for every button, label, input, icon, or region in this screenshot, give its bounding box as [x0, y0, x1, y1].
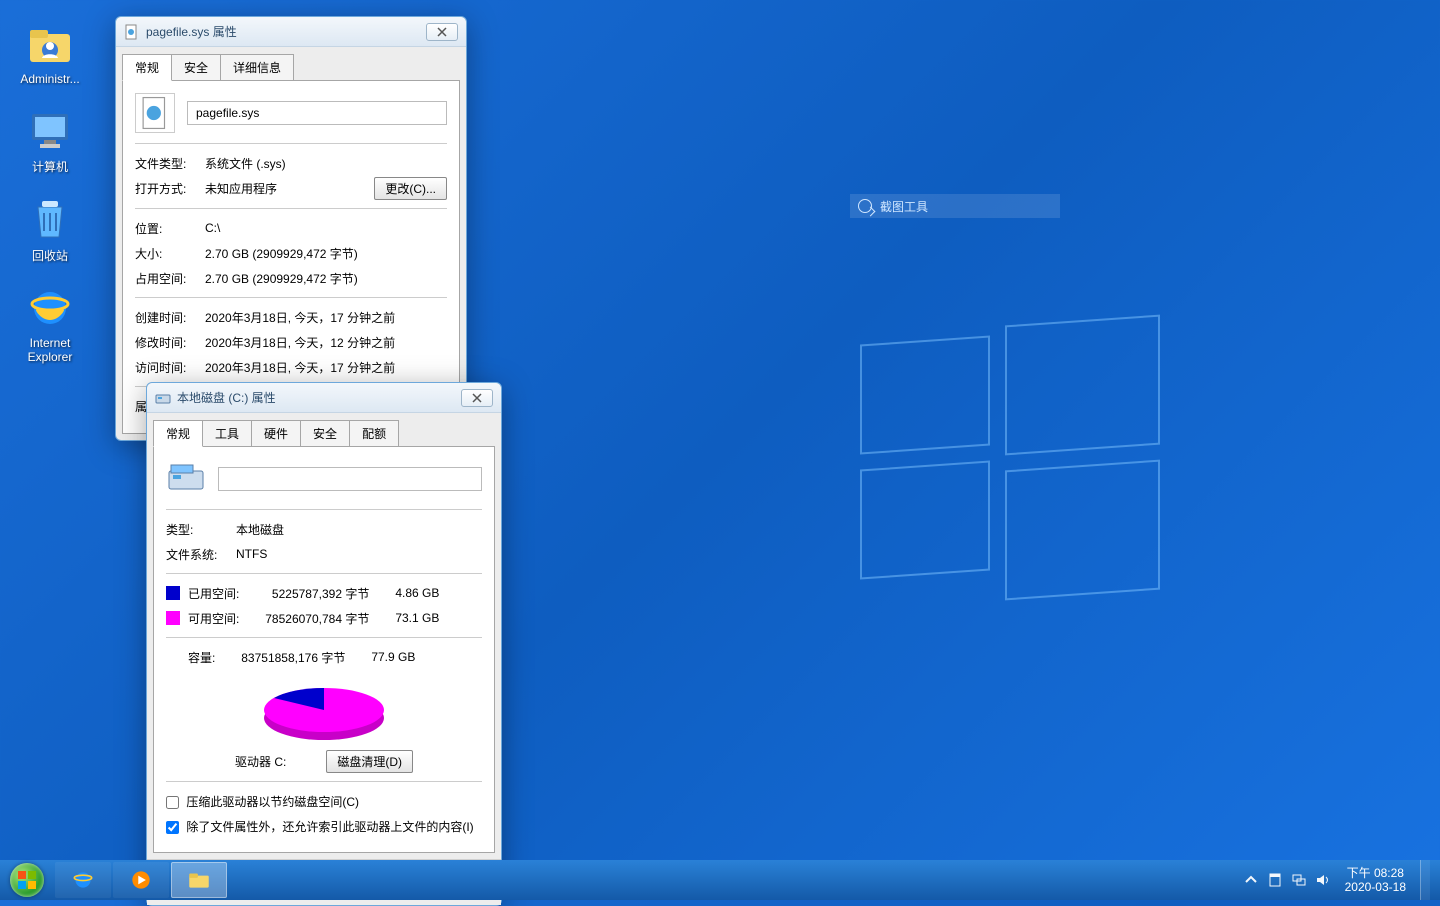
tab-security[interactable]: 安全 [171, 54, 221, 81]
value-location: C:\ [205, 221, 447, 235]
titlebar[interactable]: 本地磁盘 (C:) 属性 [147, 383, 501, 413]
compress-checkbox[interactable]: 压缩此驱动器以节约磁盘空间(C) [166, 793, 359, 810]
user-folder-icon [26, 20, 74, 68]
ie-icon [26, 284, 74, 332]
ie-icon [70, 867, 96, 893]
start-orb-icon [10, 863, 44, 897]
desktop-icons: Administr... 计算机 回收站 Internet Explorer [10, 20, 90, 384]
tab-details[interactable]: 详细信息 [220, 54, 294, 81]
tab-security[interactable]: 安全 [300, 420, 350, 447]
label-free: 可用空间: [188, 610, 239, 627]
label-location: 位置: [135, 220, 205, 237]
filename-input[interactable] [187, 101, 447, 125]
value-capacity-h: 77.9 GB [345, 650, 415, 664]
tab-general[interactable]: 常规 [153, 420, 203, 447]
network-icon[interactable] [1291, 872, 1307, 888]
drive-caption: 驱动器 C: [235, 753, 286, 770]
taskbar-media-player[interactable] [113, 862, 169, 898]
close-button[interactable] [426, 23, 458, 41]
drive-properties-window[interactable]: 本地磁盘 (C:) 属性 常规 工具 硬件 安全 配额 类型:本地磁盘 文件系统… [146, 382, 502, 906]
drive-icon [155, 390, 171, 406]
properties-body: 文件类型:系统文件 (.sys) 打开方式:未知应用程序更改(C)... 位置:… [122, 80, 460, 434]
label-filetype: 文件类型: [135, 155, 205, 172]
file-icon [124, 24, 140, 40]
action-center-icon[interactable] [1267, 872, 1283, 888]
label-created: 创建时间: [135, 309, 205, 326]
taskbar[interactable]: 下午 08:28 2020-03-18 [0, 860, 1440, 900]
taskbar-explorer[interactable] [171, 862, 227, 898]
value-free-h: 73.1 GB [369, 611, 439, 625]
label-sizeondisk: 占用空间: [135, 270, 205, 287]
folder-icon [186, 867, 212, 893]
label-capacity: 容量: [188, 649, 215, 666]
properties-body: 类型:本地磁盘 文件系统:NTFS 已用空间:5225787,392 字节4.8… [153, 446, 495, 853]
desktop-icon-ie[interactable]: Internet Explorer [10, 284, 90, 364]
value-filesystem: NTFS [236, 547, 482, 561]
computer-icon [26, 106, 74, 154]
window-title: pagefile.sys 属性 [146, 23, 426, 40]
value-used-bytes: 5225787,392 字节 [239, 585, 369, 602]
close-button[interactable] [461, 389, 493, 407]
volume-icon[interactable] [1315, 872, 1331, 888]
taskbar-ie[interactable] [55, 862, 111, 898]
file-properties-window[interactable]: pagefile.sys 属性 常规 安全 详细信息 文件类型:系统文件 (.s… [115, 16, 467, 441]
desktop[interactable]: Administr... 计算机 回收站 Internet Explorer 截… [0, 0, 1440, 860]
file-type-icon [135, 93, 175, 133]
recycle-bin-icon [26, 195, 74, 243]
value-sizeondisk: 2.70 GB (2909929,472 字节) [205, 270, 447, 287]
snipping-tool-bar[interactable]: 截图工具 [850, 194, 1060, 218]
clock-time: 下午 08:28 [1345, 866, 1406, 880]
desktop-icon-label: 计算机 [10, 158, 90, 175]
value-created: 2020年3月18日, 今天，17 分钟之前 [205, 309, 447, 326]
value-capacity-bytes: 83751858,176 字节 [215, 649, 345, 666]
start-button[interactable] [0, 860, 54, 900]
value-size: 2.70 GB (2909929,472 字节) [205, 245, 447, 262]
taskbar-clock[interactable]: 下午 08:28 2020-03-18 [1339, 866, 1412, 895]
disk-cleanup-button[interactable]: 磁盘清理(D) [326, 750, 413, 773]
value-openwith: 未知应用程序 [205, 180, 374, 197]
tab-tools[interactable]: 工具 [202, 420, 252, 447]
value-modified: 2020年3月18日, 今天，12 分钟之前 [205, 334, 447, 351]
snipping-tool-label: 截图工具 [880, 198, 928, 215]
clock-date: 2020-03-18 [1345, 880, 1406, 894]
value-free-bytes: 78526070,784 字节 [239, 610, 369, 627]
label-openwith: 打开方式: [135, 180, 205, 197]
show-desktop-button[interactable] [1420, 860, 1430, 900]
desktop-icon-computer[interactable]: 计算机 [10, 106, 90, 175]
media-player-icon [128, 867, 154, 893]
label-used: 已用空间: [188, 585, 239, 602]
system-tray: 下午 08:28 2020-03-18 [1239, 860, 1434, 900]
index-checkbox[interactable]: 除了文件属性外，还允许索引此驱动器上文件的内容(I) [166, 818, 474, 835]
drive-label-input[interactable] [218, 467, 482, 491]
window-title: 本地磁盘 (C:) 属性 [177, 389, 461, 406]
tab-row: 常规 工具 硬件 安全 配额 [147, 413, 501, 446]
titlebar[interactable]: pagefile.sys 属性 [116, 17, 466, 47]
desktop-icon-label: Administr... [10, 72, 90, 86]
label-size: 大小: [135, 245, 205, 262]
desktop-icon-administrator[interactable]: Administr... [10, 20, 90, 86]
tab-row: 常规 安全 详细信息 [116, 47, 466, 80]
value-accessed: 2020年3月18日, 今天，17 分钟之前 [205, 359, 447, 376]
value-filetype: 系统文件 (.sys) [205, 155, 447, 172]
change-button[interactable]: 更改(C)... [374, 177, 447, 200]
tab-general[interactable]: 常规 [122, 54, 172, 81]
label-drivetype: 类型: [166, 521, 236, 538]
tray-up-icon[interactable] [1243, 872, 1259, 888]
windows-logo-wallpaper [860, 320, 1160, 580]
drive-large-icon [166, 459, 206, 499]
label-accessed: 访问时间: [135, 359, 205, 376]
value-used-h: 4.86 GB [369, 586, 439, 600]
used-swatch-icon [166, 586, 180, 600]
tab-hardware[interactable]: 硬件 [251, 420, 301, 447]
label-filesystem: 文件系统: [166, 546, 236, 563]
desktop-icon-label: 回收站 [10, 247, 90, 264]
desktop-icon-label: Internet Explorer [10, 336, 90, 364]
label-modified: 修改时间: [135, 334, 205, 351]
value-drivetype: 本地磁盘 [236, 521, 482, 538]
scissors-icon [858, 199, 872, 213]
free-swatch-icon [166, 611, 180, 625]
usage-pie-chart [166, 678, 482, 744]
tab-quota[interactable]: 配额 [349, 420, 399, 447]
desktop-icon-recycle-bin[interactable]: 回收站 [10, 195, 90, 264]
